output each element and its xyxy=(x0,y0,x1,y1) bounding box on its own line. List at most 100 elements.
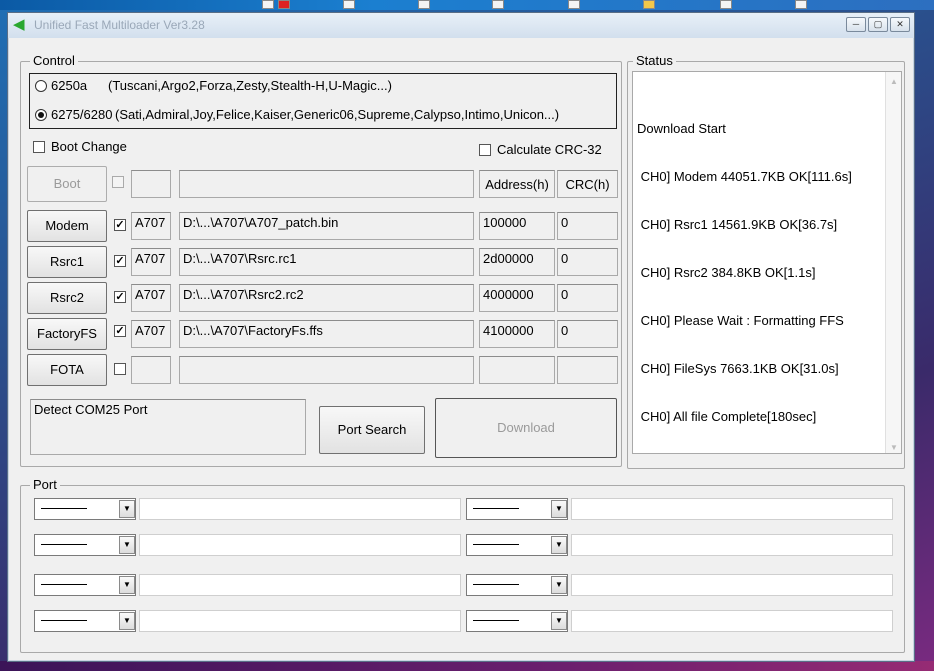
status-log[interactable]: Download Start CH0] Modem 44051.7KB OK[1… xyxy=(632,71,902,454)
modem-address-field[interactable]: 100000 xyxy=(479,212,555,240)
desktop-icon[interactable] xyxy=(720,0,732,9)
calculate-crc-label: Calculate CRC-32 xyxy=(497,142,602,157)
radio-6275-6280-desc: (Sati,Admiral,Joy,Felice,Kaiser,Generic0… xyxy=(115,107,560,122)
status-line: CH0] Rsrc1 14561.9KB OK[36.7s] xyxy=(637,217,838,232)
desktop-icon[interactable] xyxy=(492,0,504,9)
status-line: CH0] All file Complete[180sec] xyxy=(637,409,817,424)
boot-change-label: Boot Change xyxy=(51,139,127,154)
desktop-icon[interactable] xyxy=(418,0,430,9)
boot-model-field xyxy=(131,170,171,198)
chevron-down-icon[interactable]: ▼ xyxy=(119,612,135,630)
radio-6250a-desc: (Tuscani,Argo2,Forza,Zesty,Stealth-H,U-M… xyxy=(108,78,392,93)
port-combo[interactable]: ▼ xyxy=(34,574,136,596)
rsrc2-button[interactable]: Rsrc2 xyxy=(27,282,107,314)
rsrc2-address-field[interactable]: 4000000 xyxy=(479,284,555,312)
port-combo[interactable]: ▼ xyxy=(34,498,136,520)
boot-change-checkbox[interactable] xyxy=(33,141,45,153)
control-legend: Control xyxy=(30,53,78,68)
fota-crc-field xyxy=(557,356,618,384)
fota-button[interactable]: FOTA xyxy=(27,354,107,386)
boot-path-field[interactable] xyxy=(179,170,474,198)
rsrc2-model-field: A707 xyxy=(131,284,171,312)
window-title: Unified Fast Multiloader Ver3.28 xyxy=(34,18,205,32)
rsrc1-button[interactable]: Rsrc1 xyxy=(27,246,107,278)
fota-address-field[interactable] xyxy=(479,356,555,384)
radio-6275-6280[interactable] xyxy=(35,109,47,121)
modem-button[interactable]: Modem xyxy=(27,210,107,242)
port-combo[interactable]: ▼ xyxy=(34,610,136,632)
rsrc2-path-field[interactable]: D:\...\A707\Rsrc2.rc2 xyxy=(179,284,474,312)
main-window: ◀ Unified Fast Multiloader Ver3.28 ─ ▢ ✕… xyxy=(7,12,915,662)
rsrc1-model-field: A707 xyxy=(131,248,171,276)
detect-port-status: Detect COM25 Port xyxy=(30,399,306,455)
title-bar[interactable]: ◀ Unified Fast Multiloader Ver3.28 ─ ▢ ✕ xyxy=(8,13,914,38)
combo-value-line xyxy=(41,508,87,509)
chevron-down-icon[interactable]: ▼ xyxy=(119,500,135,518)
status-log-lines: Download Start CH0] Modem 44051.7KB OK[1… xyxy=(637,89,852,457)
factoryfs-crc-field: 0 xyxy=(557,320,618,348)
desktop-icon[interactable] xyxy=(343,0,355,9)
close-button[interactable]: ✕ xyxy=(890,17,910,32)
status-line: CH0] Rsrc2 384.8KB OK[1.1s] xyxy=(637,265,816,280)
modem-path-field[interactable]: D:\...\A707\A707_patch.bin xyxy=(179,212,474,240)
desktop-icon[interactable] xyxy=(568,0,580,9)
rsrc1-address-field[interactable]: 2d00000 xyxy=(479,248,555,276)
factoryfs-checkbox[interactable]: ✓ xyxy=(114,325,126,337)
boot-checkbox[interactable] xyxy=(112,176,124,188)
scroll-down-icon[interactable]: ▼ xyxy=(890,440,898,456)
port-status-field xyxy=(139,534,461,556)
status-scrollbar[interactable]: ▲ ▼ xyxy=(885,72,901,453)
desktop-icon[interactable] xyxy=(795,0,807,9)
port-status-field xyxy=(571,498,893,520)
rsrc2-crc-field: 0 xyxy=(557,284,618,312)
modem-crc-field: 0 xyxy=(557,212,618,240)
desktop-icon[interactable] xyxy=(278,0,290,9)
fota-path-field[interactable] xyxy=(179,356,474,384)
rsrc2-checkbox[interactable]: ✓ xyxy=(114,291,126,303)
scroll-up-icon[interactable]: ▲ xyxy=(890,74,898,90)
rsrc1-path-field[interactable]: D:\...\A707\Rsrc.rc1 xyxy=(179,248,474,276)
modem-model-field: A707 xyxy=(131,212,171,240)
status-line: Download Start xyxy=(637,121,726,136)
status-legend: Status xyxy=(633,53,676,68)
port-combo[interactable]: ▼ xyxy=(466,610,568,632)
crc-header: CRC(h) xyxy=(557,170,618,198)
port-status-field xyxy=(571,610,893,632)
boot-button[interactable]: Boot xyxy=(27,166,107,202)
rsrc1-checkbox[interactable]: ✓ xyxy=(114,255,126,267)
fota-checkbox[interactable] xyxy=(114,363,126,375)
port-status-field xyxy=(139,610,461,632)
desktop-icon[interactable] xyxy=(262,0,274,9)
desktop-icon[interactable] xyxy=(643,0,655,9)
factoryfs-address-field[interactable]: 4100000 xyxy=(479,320,555,348)
radio-6275-6280-label: 6275/6280 xyxy=(51,107,113,122)
modem-checkbox[interactable]: ✓ xyxy=(114,219,126,231)
port-status-field xyxy=(571,574,893,596)
port-legend: Port xyxy=(30,477,60,492)
fota-model-field xyxy=(131,356,171,384)
chevron-down-icon[interactable]: ▼ xyxy=(119,536,135,554)
address-header: Address(h) xyxy=(479,170,555,198)
port-combo[interactable]: ▼ xyxy=(466,534,568,556)
radio-6250a-label: 6250a xyxy=(51,78,88,93)
minimize-button[interactable]: ─ xyxy=(846,17,866,32)
port-search-button[interactable]: Port Search xyxy=(319,406,425,454)
chevron-down-icon[interactable]: ▼ xyxy=(551,576,567,594)
port-combo[interactable]: ▼ xyxy=(466,574,568,596)
chevron-down-icon[interactable]: ▼ xyxy=(119,576,135,594)
factoryfs-button[interactable]: FactoryFS xyxy=(27,318,107,350)
chevron-down-icon[interactable]: ▼ xyxy=(551,612,567,630)
radio-6250a[interactable] xyxy=(35,80,47,92)
download-button[interactable]: Download xyxy=(435,398,617,458)
port-combo[interactable]: ▼ xyxy=(466,498,568,520)
combo-value-line xyxy=(41,544,87,545)
status-line: CH0] FileSys 7663.1KB OK[31.0s] xyxy=(637,361,839,376)
chevron-down-icon[interactable]: ▼ xyxy=(551,500,567,518)
back-arrow-icon: ◀ xyxy=(13,16,25,33)
chevron-down-icon[interactable]: ▼ xyxy=(551,536,567,554)
status-line: CH0] Modem 44051.7KB OK[111.6s] xyxy=(637,169,852,184)
factoryfs-path-field[interactable]: D:\...\A707\FactoryFs.ffs xyxy=(179,320,474,348)
maximize-button[interactable]: ▢ xyxy=(868,17,888,32)
calculate-crc-checkbox[interactable] xyxy=(479,144,491,156)
port-combo[interactable]: ▼ xyxy=(34,534,136,556)
